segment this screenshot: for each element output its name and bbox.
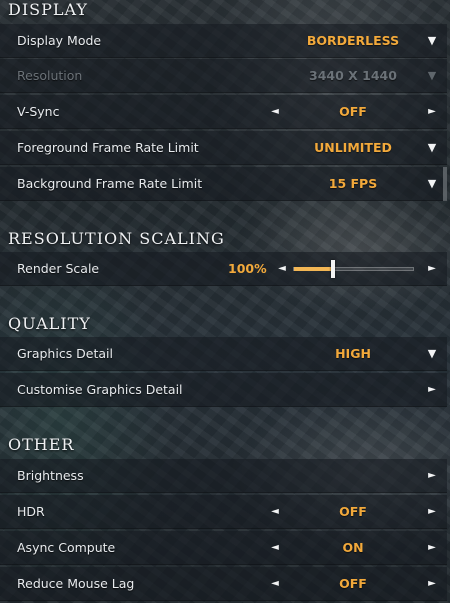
setting-label: Render Scale <box>17 261 100 276</box>
setting-label: Background Frame Rate Limit <box>17 176 203 191</box>
setting-async-compute[interactable]: Async Compute ◄ ON ► <box>0 531 447 565</box>
section-title-resolution-scaling: RESOLUTION SCALING <box>8 229 225 248</box>
setting-label: Resolution <box>17 68 83 83</box>
setting-label: Customise Graphics Detail <box>17 382 183 397</box>
scroll-grip[interactable] <box>443 167 447 201</box>
dropdown-arrow-icon[interactable]: ▼ <box>424 131 440 165</box>
setting-label: Async Compute <box>17 540 116 555</box>
setting-hdr[interactable]: HDR ◄ OFF ► <box>0 495 447 529</box>
setting-value: 3440 X 1440 <box>309 68 397 83</box>
dropdown-arrow-icon[interactable]: ▼ <box>424 337 440 371</box>
setting-reduce-mouse-lag[interactable]: Reduce Mouse Lag ◄ OFF ► <box>0 567 447 601</box>
setting-background-frame-rate-limit[interactable]: Background Frame Rate Limit 15 FPS ▼ <box>0 167 447 201</box>
setting-label: HDR <box>17 504 45 519</box>
arrow-right-icon[interactable]: ► <box>424 459 440 493</box>
setting-label: Graphics Detail <box>17 346 113 361</box>
render-scale-slider[interactable] <box>293 267 414 271</box>
dropdown-arrow-icon[interactable]: ▼ <box>424 24 440 58</box>
arrow-right-icon[interactable]: ► <box>424 95 440 129</box>
arrow-right-icon[interactable]: ► <box>424 252 440 286</box>
arrow-right-icon[interactable]: ► <box>424 495 440 529</box>
arrow-right-icon[interactable]: ► <box>424 531 440 565</box>
setting-vsync[interactable]: V-Sync ◄ OFF ► <box>0 95 447 129</box>
setting-graphics-detail[interactable]: Graphics Detail HIGH ▼ <box>0 337 447 371</box>
setting-render-scale[interactable]: Render Scale 100% ◄ ► <box>0 252 447 286</box>
dropdown-arrow-icon[interactable]: ▼ <box>424 167 440 201</box>
setting-value: OFF <box>339 104 367 119</box>
setting-value: OFF <box>339 504 367 519</box>
setting-value: OFF <box>339 576 367 591</box>
section-title-quality: QUALITY <box>8 314 91 333</box>
slider-thumb[interactable] <box>331 260 335 278</box>
setting-label: Display Mode <box>17 33 102 48</box>
setting-label: V-Sync <box>17 104 60 119</box>
slider-fill <box>294 267 334 271</box>
setting-display-mode[interactable]: Display Mode BORDERLESS ▼ <box>0 24 447 58</box>
arrow-right-icon[interactable]: ► <box>424 567 440 601</box>
arrow-right-icon[interactable]: ► <box>424 373 440 407</box>
section-title-display: DISPLAY <box>8 0 88 19</box>
setting-resolution: Resolution 3440 X 1440 ▼ <box>0 59 447 93</box>
setting-value: ON <box>342 540 364 555</box>
setting-value: 15 FPS <box>328 176 378 191</box>
setting-label: Reduce Mouse Lag <box>17 576 135 591</box>
dropdown-arrow-icon: ▼ <box>427 69 437 82</box>
setting-value: UNLIMITED <box>314 140 392 155</box>
setting-foreground-frame-rate-limit[interactable]: Foreground Frame Rate Limit UNLIMITED ▼ <box>0 131 447 165</box>
setting-label: Brightness <box>17 468 84 483</box>
setting-value: HIGH <box>335 346 371 361</box>
slider-value: 100% <box>228 261 267 276</box>
section-title-other: OTHER <box>8 435 75 454</box>
setting-brightness[interactable]: Brightness ► <box>0 459 447 493</box>
setting-label: Foreground Frame Rate Limit <box>17 140 199 155</box>
setting-customise-graphics-detail[interactable]: Customise Graphics Detail ► <box>0 373 447 407</box>
arrow-left-icon[interactable]: ◄ <box>274 252 290 286</box>
setting-value: BORDERLESS <box>306 33 400 48</box>
